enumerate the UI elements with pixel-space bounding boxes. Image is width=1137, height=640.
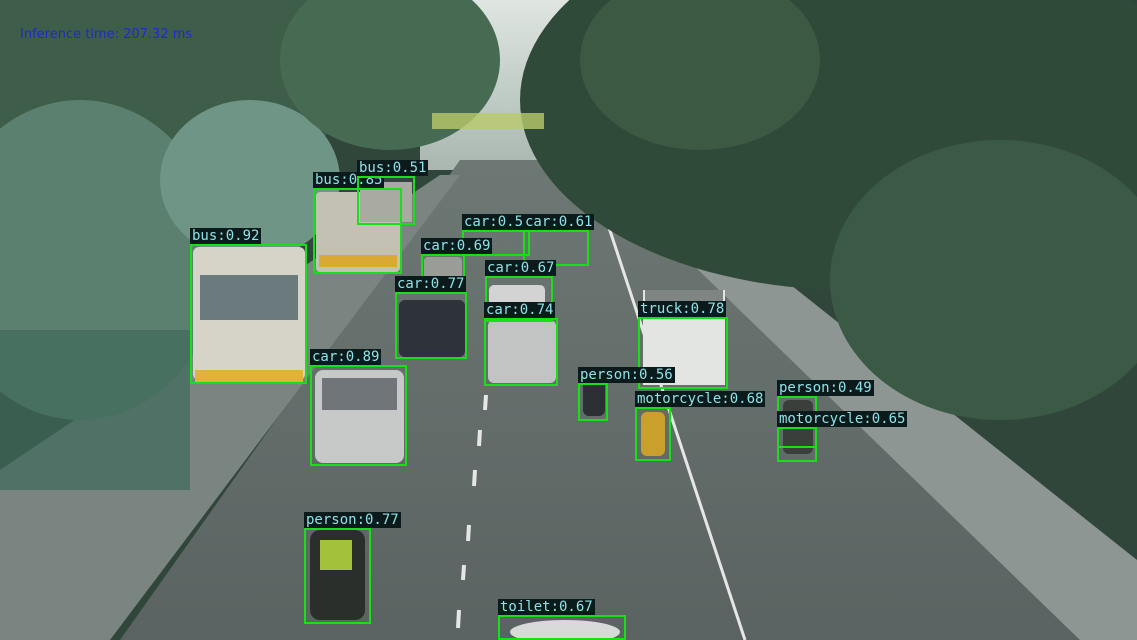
detection-label: car:0.67 (485, 260, 557, 276)
detection-label: car:0.89 (310, 349, 382, 365)
detection-label: bus:0.92 (190, 228, 262, 244)
street-scene (0, 0, 1137, 640)
detection-box-person: person:0.77 (304, 512, 401, 624)
detection-label: bus:0.51 (357, 160, 429, 176)
detection-label: car:0.74 (484, 302, 556, 318)
detection-label: car:0.77 (395, 276, 467, 292)
detection-box-car: car:0.74 (484, 302, 558, 386)
detection-box-bus: bus:0.51 (357, 160, 429, 225)
detection-label: person:0.77 (304, 512, 401, 528)
detection-box-motorcycle: motorcycle:0.68 (635, 391, 766, 461)
detection-box-car: car:0.77 (395, 276, 467, 359)
detection-box-person: person:0.56 (578, 367, 675, 421)
inference-time-text: Inference time: 207.32 ms (20, 27, 193, 42)
detection-label: person:0.56 (578, 367, 675, 383)
detection-box-bus: bus:0.92 (190, 228, 307, 384)
detection-label: motorcycle:0.65 (777, 411, 908, 427)
detection-label: car:0.61 (523, 214, 595, 230)
detection-label: motorcycle:0.68 (635, 391, 766, 407)
detection-frame: Inference time: 207.32 ms bus:0.92 bus:0… (0, 0, 1137, 640)
detection-box-toilet: toilet:0.67 (498, 599, 626, 640)
detection-label: toilet:0.67 (498, 599, 595, 615)
detection-label: car:0.69 (421, 238, 493, 254)
detection-box-car: car:0.89 (310, 349, 407, 466)
detection-label: truck:0.78 (638, 301, 727, 317)
detection-label: person:0.49 (777, 380, 874, 396)
detection-box-motorcycle: motorcycle:0.65 (777, 411, 908, 462)
